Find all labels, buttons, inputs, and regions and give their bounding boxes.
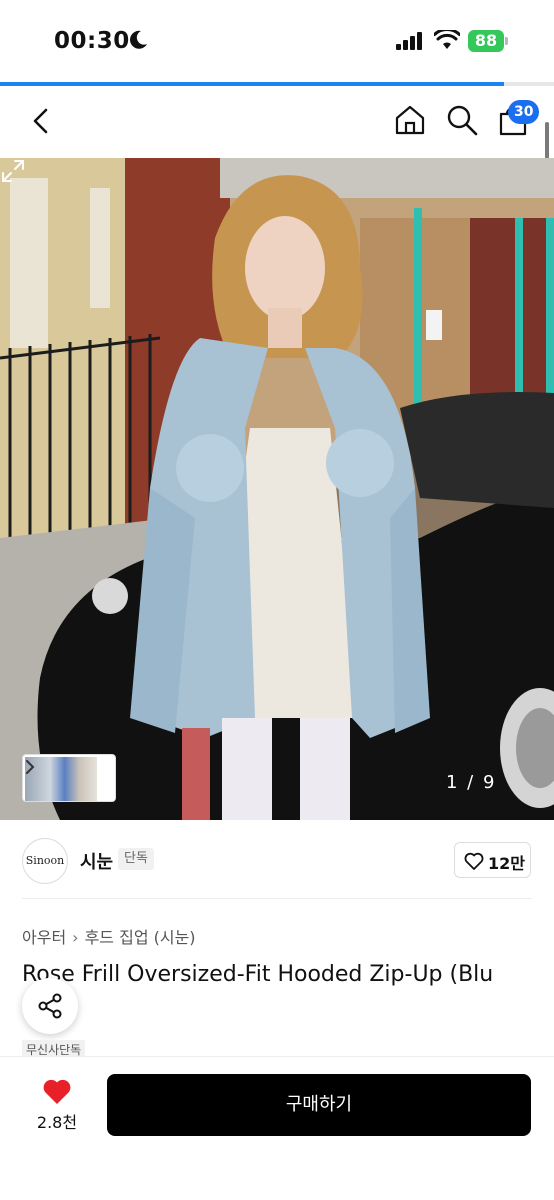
brand-logo[interactable]: Sinoon [22,838,68,884]
bottom-action-bar: 2.8천 구매하기 [0,1056,554,1200]
divider [22,898,532,899]
brand-exclusive-badge: 단독 [118,848,154,870]
image-counter: 1 / 9 [446,772,497,793]
expand-icon[interactable] [0,158,26,184]
breadcrumb-item[interactable]: 후드 집업 (시눈) [85,924,196,948]
moon-icon [130,30,147,49]
battery-level: 88 [474,31,498,50]
brand-name[interactable]: 시눈 [80,848,113,874]
thumbnail-strip[interactable] [22,754,116,802]
chevron-right-icon: › [72,928,79,947]
product-photo [0,158,554,820]
breadcrumb-item[interactable]: 아우터 [22,924,66,948]
wifi-icon [434,30,460,49]
battery-indicator: 88 [468,30,508,52]
buy-button[interactable]: 구매하기 [107,1074,531,1136]
product-image[interactable]: 1 / 9 [0,158,554,820]
share-icon [38,993,62,1019]
status-bar: 00:30 88 [0,0,554,84]
back-button[interactable] [26,106,56,136]
status-time: 00:30 [54,28,130,54]
signal-icon [396,32,422,50]
share-button[interactable] [22,978,78,1034]
heart-filled-icon[interactable] [42,1077,72,1105]
home-icon[interactable] [394,104,426,136]
category-breadcrumb: 아우터 › 후드 집업 (시눈) [22,924,196,948]
top-nav [0,86,554,158]
product-title: Rose Frill Oversized-Fit Hooded Zip-Up (… [22,962,494,987]
search-icon[interactable] [446,104,478,136]
cart-count-badge[interactable]: 30 [508,100,540,124]
wishlist-count: 2.8천 [36,1113,78,1132]
heart-outline-icon [464,852,484,870]
chevron-right-icon[interactable] [23,755,37,779]
brand-row: Sinoon 시눈 단독 12만 [0,820,554,900]
brand-like-count: 12만 [488,854,525,873]
brand-like-button[interactable]: 12만 [454,842,531,878]
